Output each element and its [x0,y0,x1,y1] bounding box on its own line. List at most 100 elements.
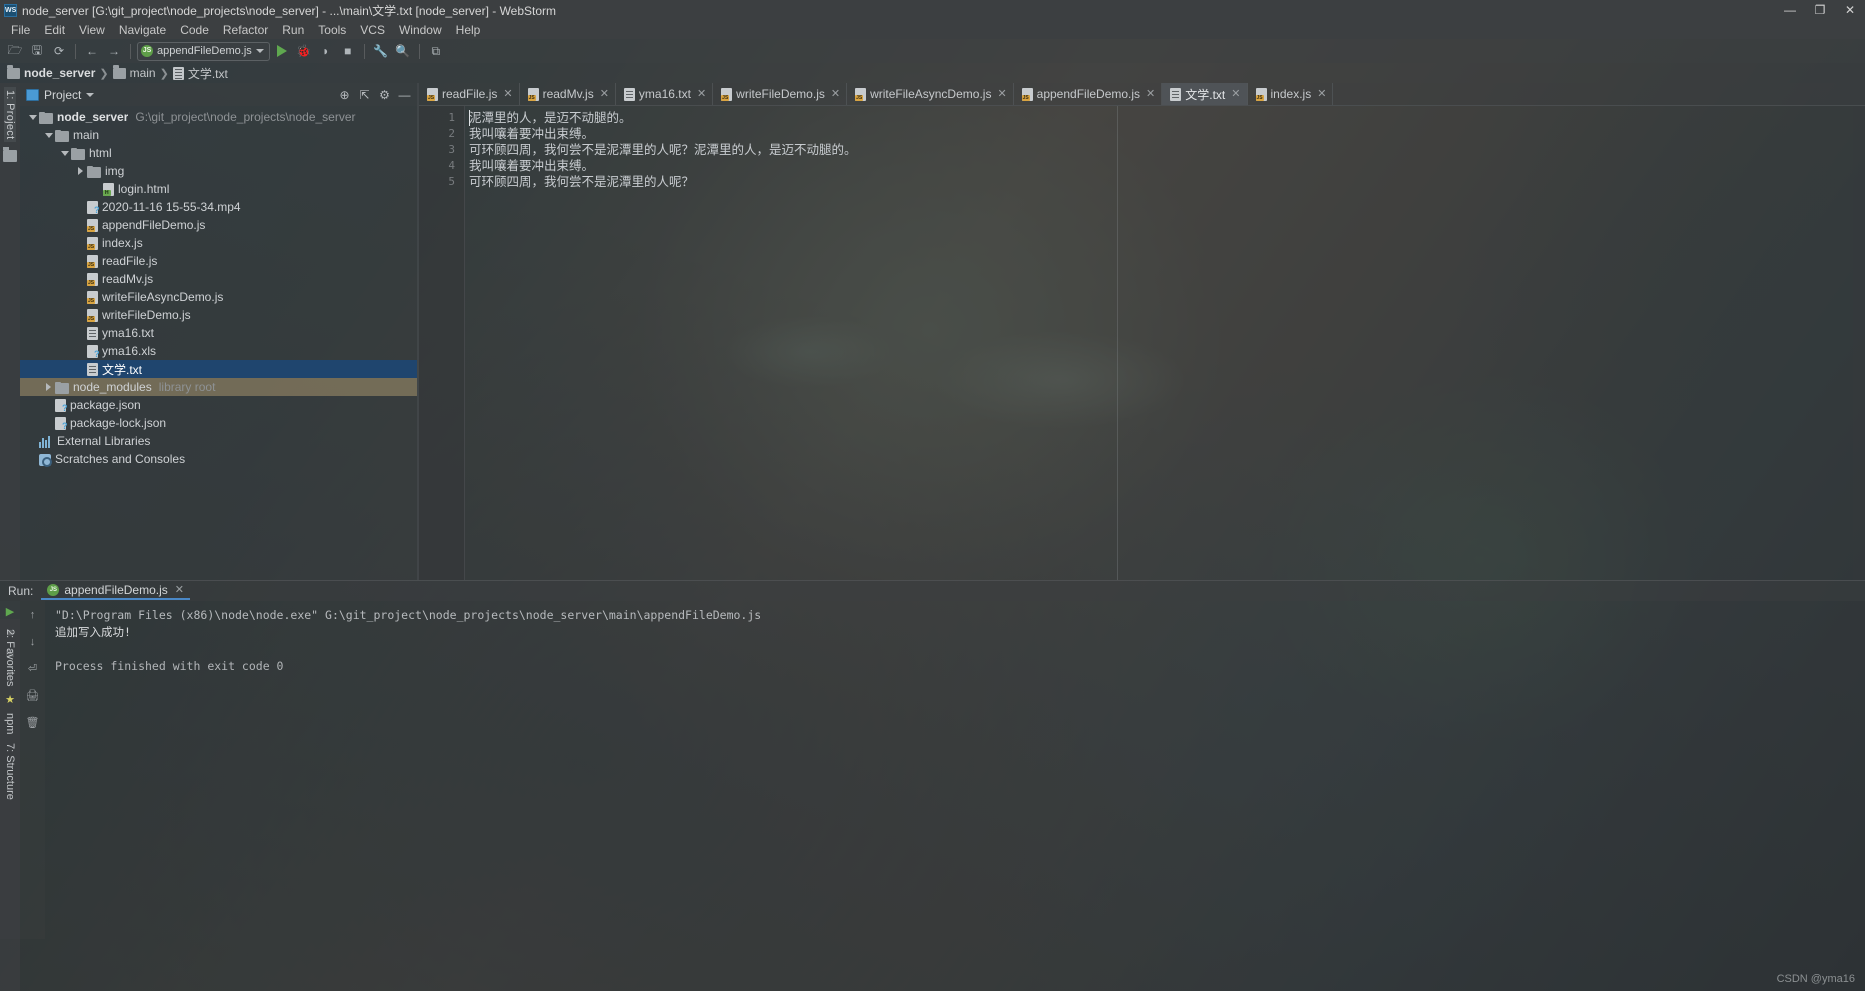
js-file-icon [427,88,438,101]
tree-item-writefileasyncdemo-js[interactable]: writeFileAsyncDemo.js [20,288,417,306]
sync-icon[interactable]: ⟳ [49,41,69,61]
rerun-icon[interactable]: ▶ [6,607,14,618]
menu-item-code[interactable]: Code [173,21,216,39]
forward-arrow-icon[interactable]: → [104,41,124,61]
scroll-up-icon[interactable]: ↑ [25,607,40,622]
debug-icon[interactable]: 🐞 [294,41,314,61]
tree-item-index-js[interactable]: index.js [20,234,417,252]
code-line: 泥潭里的人，是迈不动腿的。 [469,111,632,125]
run-console-output[interactable]: "D:\Program Files (x86)\node\node.exe" G… [45,601,1865,939]
chevron-right-icon[interactable] [42,383,55,391]
star-icon[interactable]: ★ [5,693,15,706]
sidebar-item-npm[interactable]: npm [4,709,16,738]
open-folder-icon[interactable]: 🗁 [5,41,25,61]
menu-item-vcs[interactable]: VCS [353,21,392,39]
run-icon[interactable] [272,41,292,61]
folder-icon [7,64,20,79]
close-icon[interactable]: ✕ [1317,88,1326,100]
run-with-coverage-icon[interactable]: ◗ [316,41,336,61]
editor-tab-readfile-js[interactable]: readFile.js ✕ [419,83,520,105]
close-icon[interactable]: ✕ [697,88,706,100]
locate-icon[interactable]: ⊕ [336,86,353,103]
menu-item-run[interactable]: Run [275,21,311,39]
chevron-down-icon[interactable] [26,114,39,120]
close-icon[interactable]: ✕ [503,88,512,100]
close-icon[interactable]: ✕ [1231,88,1240,100]
clear-all-icon[interactable]: 🗑 [25,715,40,730]
editor-tab-yma16-txt[interactable]: yma16.txt ✕ [616,83,714,105]
run-configuration-selector[interactable]: JS appendFileDemo.js [137,41,270,61]
tree-item-yma16-xls[interactable]: yma16.xls [20,342,417,360]
scroll-down-icon[interactable]: ↓ [25,634,40,649]
collapse-all-icon[interactable]: ⇱ [356,86,373,103]
soft-wrap-icon[interactable]: ⏎ [25,661,40,676]
tree-item-yma16-txt[interactable]: yma16.txt [20,324,417,342]
tree-item-html[interactable]: html [20,144,417,162]
back-arrow-icon[interactable]: ← [82,41,102,61]
sidebar-item-project[interactable]: 1: Project [4,87,16,143]
tree-item-node-modules[interactable]: node_modules library root [20,378,417,396]
tree-item-scratches-and-consoles[interactable]: Scratches and Consoles [20,450,417,468]
tree-item-img[interactable]: img [20,162,417,180]
chevron-down-icon[interactable] [58,150,71,156]
tree-item-package-lock-json[interactable]: package-lock.json [20,414,417,432]
tree-item-2020-11-16-15-55-34-mp4[interactable]: 2020-11-16 15-55-34.mp4 [20,198,417,216]
menu-item-tools[interactable]: Tools [311,21,353,39]
close-icon[interactable]: ✕ [997,88,1006,100]
menu-item-refactor[interactable]: Refactor [216,21,275,39]
settings-gear-icon[interactable]: ⚙ [376,86,393,103]
menu-item-edit[interactable]: Edit [37,21,72,39]
folder-icon[interactable] [3,147,17,163]
editor-tab-readmv-js[interactable]: readMv.js ✕ [520,83,616,105]
editor-tab-writefiledemo-js[interactable]: writeFileDemo.js ✕ [713,83,848,105]
breadcrumb-item-2[interactable]: 文学.txt [172,65,228,82]
menu-item-view[interactable]: View [72,21,112,39]
chevron-down-icon[interactable] [86,92,95,97]
menu-item-window[interactable]: Window [392,21,449,39]
chevron-right-icon[interactable] [74,167,87,175]
run-tab-appendfiledemo[interactable]: JS appendFileDemo.js ✕ [41,582,190,600]
tree-item--txt[interactable]: 文学.txt [20,360,417,378]
save-icon[interactable]: 🖫 [27,41,47,61]
tree-item-external-libraries[interactable]: External Libraries [20,432,417,450]
breadcrumb-item-0[interactable]: node_server [7,64,95,80]
tree-item-appendfiledemo-js[interactable]: appendFileDemo.js [20,216,417,234]
print-icon[interactable]: 🖨 [25,688,40,703]
close-icon[interactable]: ✕ [831,88,840,100]
tree-item-node-server[interactable]: node_server G:\git_project\node_projects\… [20,108,417,126]
menu-item-file[interactable]: File [4,21,37,39]
js-file-icon [855,88,867,101]
tree-item-readfile-js[interactable]: readFile.js [20,252,417,270]
chevron-down-icon[interactable] [42,132,55,138]
editor-tab--txt[interactable]: 文学.txt ✕ [1162,83,1248,105]
breadcrumb-label: 文学.txt [187,66,228,81]
menu-item-help[interactable]: Help [449,21,488,39]
close-icon[interactable]: ✕ [1146,88,1155,100]
run-tool-window: Run: JS appendFileDemo.js ✕ ▶■⊞✕ ↑↓⏎🖨🗑 "… [0,580,1865,939]
minimize-icon[interactable]: — [1775,0,1805,20]
editor-tab-index-js[interactable]: index.js ✕ [1248,83,1334,105]
tree-item-package-json[interactable]: package.json [20,396,417,414]
close-icon[interactable]: ✕ [1835,0,1865,20]
editor-tab-appendfiledemo-js[interactable]: appendFileDemo.js ✕ [1014,83,1163,105]
stop-icon[interactable]: ■ [338,41,358,61]
menu-item-navigate[interactable]: Navigate [112,21,173,39]
editor-tab-writefileasyncdemo-js[interactable]: writeFileAsyncDemo.js ✕ [847,83,1014,105]
tree-item-readmv-js[interactable]: readMv.js [20,270,417,288]
search-icon[interactable]: 🔍 [393,41,413,61]
tree-item-main[interactable]: main [20,126,417,144]
close-icon[interactable]: ✕ [175,584,184,596]
maximize-icon[interactable]: ❐ [1805,0,1835,20]
hide-panel-icon[interactable]: — [396,86,413,103]
wrench-icon[interactable]: 🔧 [371,41,391,61]
code-content[interactable]: 泥潭里的人，是迈不动腿的。 我叫嚷着要冲出束缚。 可环顾四周，我何尝不是泥潭里的人呢… [465,106,1853,580]
breadcrumb-item-1[interactable]: main [112,64,156,80]
tree-item-login-html[interactable]: login.html [20,180,417,198]
editor-scrollbar[interactable] [1853,106,1865,580]
bottom-left-tool-dock: 2: Favorites ★ npm 7: Structure [0,619,20,991]
close-icon[interactable]: ✕ [600,88,609,100]
layout-icon[interactable]: ⧉ [426,41,446,61]
tree-item-writefiledemo-js[interactable]: writeFileDemo.js [20,306,417,324]
sidebar-item-structure[interactable]: 7: Structure [4,739,16,804]
sidebar-item-favorites[interactable]: 2: Favorites [4,625,16,690]
